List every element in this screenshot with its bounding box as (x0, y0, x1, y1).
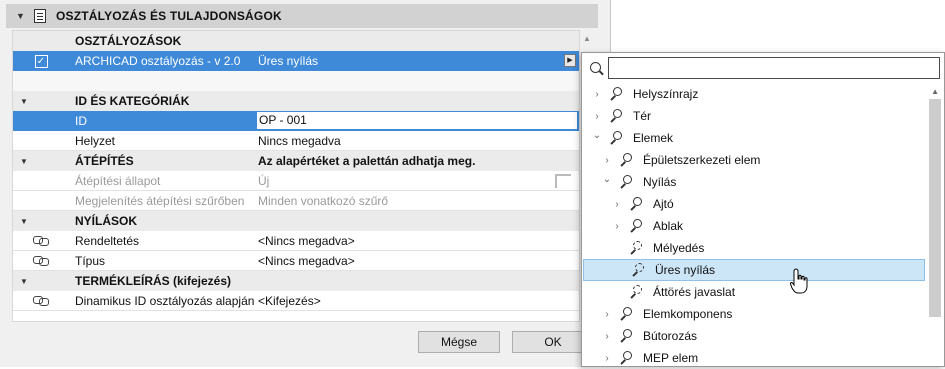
tree-item-label: Ajtó (653, 197, 674, 211)
classification-leaf-icon (630, 241, 644, 255)
classification-properties-panel: ▼ OSZTÁLYOZÁS ÉS TULAJDONSÁGOK OSZTÁLYOZ… (0, 0, 611, 367)
link-icon (33, 256, 49, 266)
classification-icon (610, 87, 624, 101)
open-classification-menu-button[interactable]: ▶ (564, 54, 576, 67)
document-icon (34, 9, 46, 23)
classification-leaf-icon (630, 285, 644, 299)
tree-item[interactable]: ›Üres nyílás (583, 259, 925, 281)
collapse-triangle-icon[interactable]: ▼ (20, 97, 28, 106)
chevron-right-icon[interactable]: › (602, 155, 612, 166)
classification-dropdown: › Helyszínrajz › Tér ⌄ Elemek › Épületszerkezet… (581, 52, 945, 367)
dropdown-scrollbar-thumb[interactable] (929, 99, 941, 317)
tree-item[interactable]: › Elemkomponens (582, 303, 926, 325)
checkmark-icon: ✓ (34, 54, 48, 68)
id-input[interactable]: OP - 001 (257, 112, 577, 129)
section-product-description[interactable]: ▼ TERMÉKLEÍRÁS (kifejezés) (13, 271, 579, 291)
collapse-triangle-icon[interactable]: ▼ (20, 157, 28, 166)
row-tipus[interactable]: Típus <Nincs megadva> (13, 251, 579, 271)
link-icon (33, 236, 49, 246)
classification-icon (620, 351, 634, 365)
tree-item[interactable]: › Ablak (582, 215, 926, 237)
tree-item[interactable]: › Ajtó (582, 193, 926, 215)
classification-icon (620, 175, 634, 189)
row-position[interactable]: Helyzet Nincs megadva (13, 131, 579, 151)
chevron-down-icon[interactable]: ⌄ (592, 130, 602, 141)
classification-checkbox[interactable]: ✓ (13, 51, 69, 71)
classification-icon (620, 329, 634, 343)
panel-header[interactable]: ▼ OSZTÁLYOZÁS ÉS TULAJDONSÁGOK (6, 4, 598, 28)
row-id[interactable]: ID OP - 001 (13, 111, 579, 131)
chevron-right-icon[interactable]: › (592, 89, 602, 100)
tree-item-label: Helyszínrajz (633, 87, 699, 101)
tree-item[interactable]: ›Mélyedés (582, 237, 926, 259)
tree-item-label: Elemkomponens (643, 307, 733, 321)
link-icon (33, 296, 49, 306)
chevron-right-icon[interactable]: › (602, 331, 612, 342)
collapse-triangle-icon[interactable]: ▼ (20, 277, 28, 286)
tree-item[interactable]: › MEP elem (582, 347, 926, 369)
tree-item-label: Épületszerkezeti elem (643, 153, 761, 167)
tree-item[interactable]: › Tér (582, 105, 926, 127)
row-renovation-status: Átépítési állapot Új (13, 171, 579, 191)
tree-item-label: MEP elem (643, 351, 699, 365)
collapse-triangle-icon[interactable]: ▼ (20, 217, 28, 226)
section-openings[interactable]: ▼ NYÍLÁSOK (13, 211, 579, 231)
tree-item[interactable]: › Helyszínrajz (582, 83, 926, 105)
tree-item[interactable]: ⌄ Nyílás (582, 171, 926, 193)
collapse-triangle-icon[interactable]: ▼ (16, 11, 26, 21)
tree-item-label: Áttörés javaslat (653, 285, 736, 299)
row-rendeltetes[interactable]: Rendeltetés <Nincs megadva> (13, 231, 579, 251)
classification-icon (610, 131, 624, 145)
panel-title: OSZTÁLYOZÁS ÉS TULAJDONSÁGOK (56, 9, 282, 23)
chevron-right-icon[interactable]: › (592, 111, 602, 122)
chevron-right-icon[interactable]: › (612, 221, 622, 232)
row-dynamic-id[interactable]: Dinamikus ID osztályozás alapján <Kifeje… (13, 291, 579, 311)
cancel-button[interactable]: Mégse (418, 331, 500, 353)
classification-icon (620, 307, 634, 321)
chevron-down-icon[interactable]: ⌄ (602, 174, 612, 185)
classification-icon (620, 153, 634, 167)
tree-item[interactable]: ⌄ Elemek (582, 127, 926, 149)
tree-item-label: Üres nyílás (655, 263, 716, 277)
section-renovation[interactable]: ▼ ÁTÉPÍTÉS Az alapértéket a palettán adh… (13, 151, 579, 171)
hand-cursor-icon (790, 268, 808, 294)
properties-grid: OSZTÁLYOZÁSOK ✓ ARCHICAD osztályozás - v… (12, 30, 580, 322)
scroll-up-icon[interactable]: ▲ (931, 87, 939, 96)
classification-icon (630, 197, 644, 211)
tree-item-label: Nyílás (643, 175, 677, 189)
chevron-right-icon[interactable]: › (602, 353, 612, 364)
scroll-up-icon[interactable]: ▲ (583, 34, 591, 43)
tree-item-label: Elemek (633, 131, 674, 145)
search-icon (590, 62, 601, 73)
tree-item[interactable]: › Épületszerkezeti elem (582, 149, 926, 171)
tree-item-label: Ablak (653, 219, 684, 233)
tree-item[interactable]: ›Áttörés javaslat (582, 281, 926, 303)
classification-leaf-icon (632, 263, 646, 277)
tree-item-label: Tér (633, 109, 651, 123)
row-archicad-classification[interactable]: ✓ ARCHICAD osztályozás - v 2.0 Üres nyíl… (13, 51, 579, 71)
row-renovation-filter: Megjelenítés átépítési szűrőben Minden v… (13, 191, 579, 211)
chevron-right-icon[interactable]: › (602, 309, 612, 320)
section-id-categories[interactable]: ▼ ID ÉS KATEGÓRIÁK (13, 91, 579, 111)
tree-item[interactable]: › Bútorozás (582, 325, 926, 347)
classification-search-input[interactable] (608, 57, 940, 79)
renovation-icon (555, 174, 571, 188)
classification-icon (630, 219, 644, 233)
chevron-right-icon[interactable]: › (612, 199, 622, 210)
section-classifications: OSZTÁLYOZÁSOK (13, 31, 579, 51)
spacer-row (13, 71, 579, 91)
tree-item-label: Mélyedés (653, 241, 705, 255)
classification-icon (610, 109, 624, 123)
tree-item-label: Bútorozás (643, 329, 698, 343)
